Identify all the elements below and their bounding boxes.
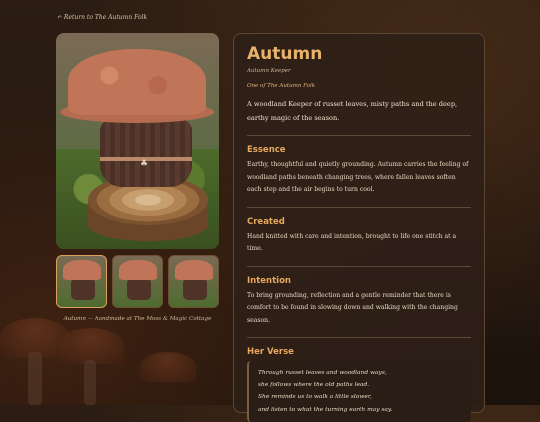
subtitle: Autumn Keeper — [247, 68, 291, 74]
intro-text: A woodland Keeper of russet leaves, mist… — [247, 100, 458, 122]
thumbnail-hat — [63, 260, 101, 280]
created-text: Hand knitted with care and intention, br… — [247, 232, 457, 253]
thumbnail-figure — [71, 278, 95, 300]
profile-card: Autumn Autumn Keeper One of The Autumn F… — [233, 33, 485, 422]
thumbnail-figure — [183, 278, 207, 300]
back-link[interactable]: ↶ Return to The Autumn Folk — [57, 14, 147, 21]
main-photo[interactable]: ♣ — [56, 33, 219, 249]
collection-label: One of The Autumn Folk — [247, 83, 316, 89]
background-mushroom-stem — [84, 360, 96, 405]
knitted-body — [100, 119, 192, 187]
verse-line: and listen to what the turning earth may… — [258, 406, 393, 413]
thumbnail-hat — [175, 260, 213, 280]
thumbnail-2[interactable] — [112, 255, 163, 308]
background-mushroom — [58, 328, 124, 364]
knitted-hat — [68, 49, 206, 115]
thumbnail-hat — [119, 260, 157, 280]
thumbnail-figure — [127, 278, 151, 300]
essence-heading: Essence — [247, 145, 286, 155]
created-heading: Created — [247, 216, 285, 227]
thumbnail-3[interactable] — [168, 255, 219, 308]
verse-line: Through russet leaves and woodland ways, — [258, 370, 387, 376]
leaf-charm-icon: ♣ — [140, 159, 149, 169]
verse-box: Through russet leaves and woodland ways,… — [247, 361, 471, 422]
essence-text: Earthy, thoughtful and quietly grounding… — [247, 161, 469, 193]
thumbnail-strip — [56, 255, 219, 308]
photo-caption: Autumn — handmade at The Moss & Magic Co… — [63, 316, 212, 322]
background-mushroom — [140, 352, 196, 382]
intention-text: To bring grounding, reflection and a gen… — [247, 291, 458, 324]
divider — [247, 337, 471, 338]
thumbnail-1[interactable] — [56, 255, 107, 308]
verse-heading: Her Verse — [247, 347, 294, 357]
divider — [247, 206, 471, 208]
verse-line: She reminds us to walk a little slower, — [258, 394, 372, 401]
divider — [247, 135, 471, 136]
divider — [247, 265, 471, 267]
verse-line: she follows where the old paths lead. — [258, 382, 370, 389]
background-mushroom-stem — [28, 352, 42, 405]
page-title: Autumn — [247, 44, 323, 64]
photo-gallery: ♣ Autumn — handmade at The Moss & Magic … — [56, 33, 219, 322]
intention-heading: Intention — [247, 275, 291, 286]
